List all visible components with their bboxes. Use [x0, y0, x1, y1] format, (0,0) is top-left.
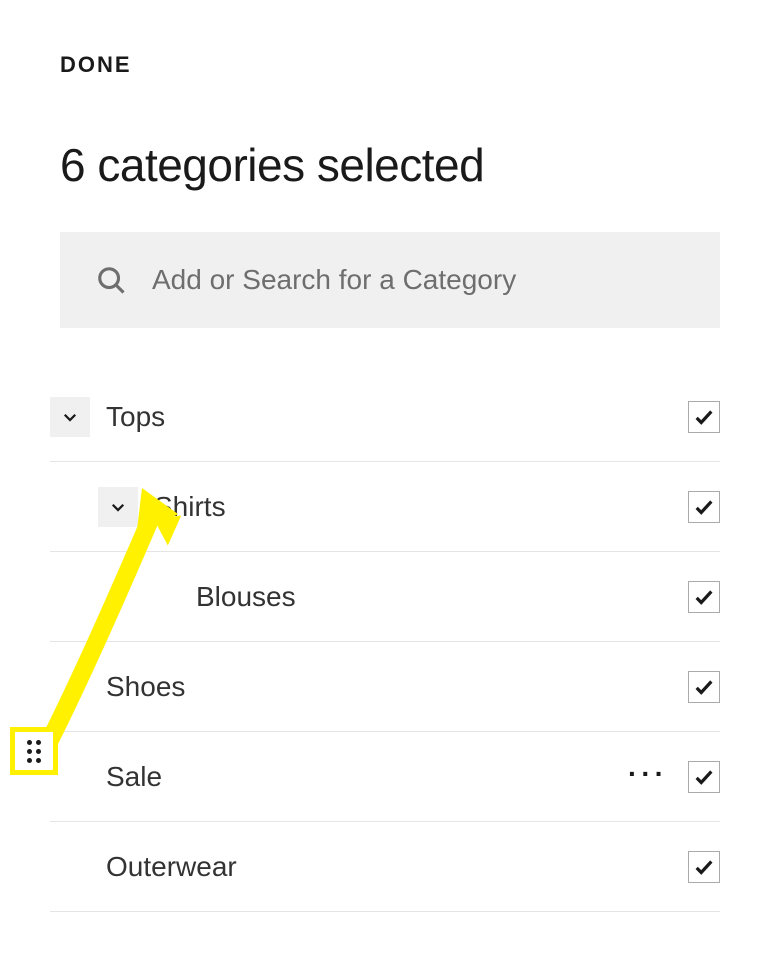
category-checkbox[interactable]: [688, 491, 720, 523]
search-box[interactable]: [60, 232, 720, 328]
done-button[interactable]: DONE: [60, 52, 132, 78]
search-input[interactable]: [150, 263, 684, 297]
category-label: Blouses: [196, 581, 688, 613]
category-list: Tops Shirts: [50, 372, 720, 912]
more-options-button[interactable]: ···: [628, 758, 668, 796]
category-checkbox[interactable]: [688, 401, 720, 433]
annotation-drag-handle[interactable]: [10, 727, 58, 775]
drag-handle-icon: [27, 740, 41, 763]
search-icon: [96, 265, 126, 295]
category-checkbox[interactable]: [688, 581, 720, 613]
check-icon: [693, 406, 715, 428]
category-checkbox[interactable]: [688, 851, 720, 883]
category-row-shirts[interactable]: Shirts: [50, 462, 720, 552]
category-row-sale[interactable]: Sale ···: [50, 732, 720, 822]
check-icon: [693, 586, 715, 608]
category-row-shoes[interactable]: Shoes: [50, 642, 720, 732]
chevron-down-icon: [109, 498, 127, 516]
category-row-tops[interactable]: Tops: [50, 372, 720, 462]
check-icon: [693, 856, 715, 878]
category-label: Shirts: [154, 491, 688, 523]
chevron-down-icon: [61, 408, 79, 426]
check-icon: [693, 766, 715, 788]
expand-toggle[interactable]: [50, 397, 90, 437]
category-row-blouses[interactable]: Blouses: [50, 552, 720, 642]
category-checkbox[interactable]: [688, 671, 720, 703]
category-label: Sale: [106, 761, 628, 793]
check-icon: [693, 496, 715, 518]
expand-toggle[interactable]: [98, 487, 138, 527]
category-label: Outerwear: [106, 851, 688, 883]
page-title: 6 categories selected: [60, 138, 720, 192]
category-label: Shoes: [106, 671, 688, 703]
check-icon: [693, 676, 715, 698]
category-checkbox[interactable]: [688, 761, 720, 793]
category-label: Tops: [106, 401, 688, 433]
category-row-outerwear[interactable]: Outerwear: [50, 822, 720, 912]
